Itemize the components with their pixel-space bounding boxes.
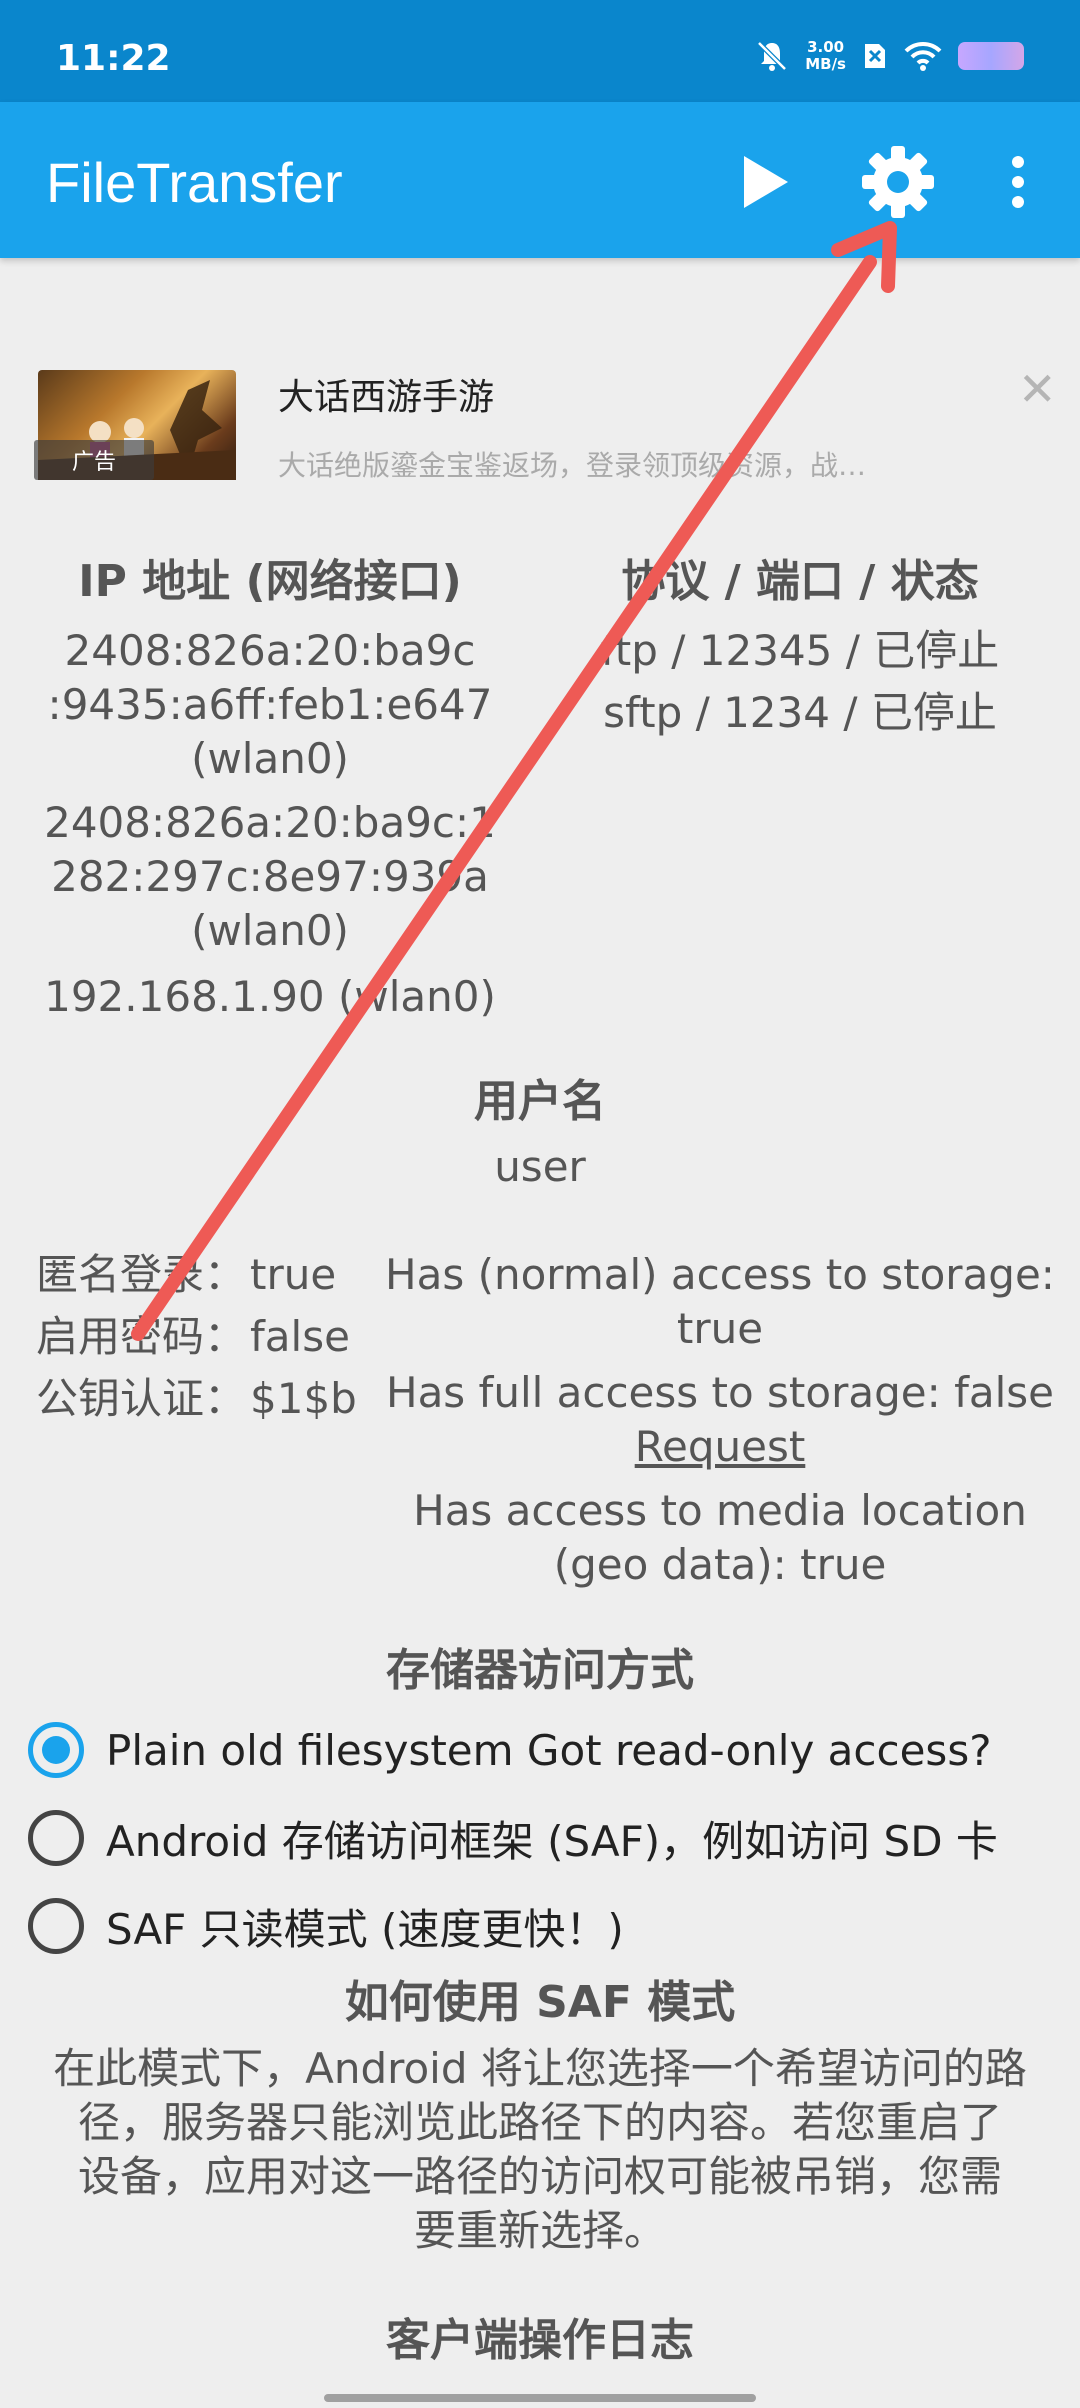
ip-line: 2408:826a:20:ba9c:1 [44, 798, 496, 847]
status-icons: 3.00 MB/s [755, 36, 1024, 76]
pubkey-auth-label: 公钥认证： [35, 1374, 246, 1423]
username-value: user [494, 1142, 586, 1191]
sim-x-icon [865, 44, 885, 68]
storage-mode-option-label[interactable]: Plain old filesystem Got read-only acces… [106, 1726, 992, 1775]
storage-mode-option[interactable]: Plain old filesystem Got read-only acces… [28, 1720, 992, 1780]
ip-header: IP 地址 (网络接口) [78, 556, 462, 607]
ad-title[interactable]: 大话西游手游 [278, 368, 494, 420]
radio-selected-icon[interactable] [28, 1722, 84, 1778]
full-storage-access: Has full access to storage: false [385, 1368, 1054, 1417]
mute-icon [757, 41, 787, 71]
pubkey-auth-value: $1$b [250, 1374, 357, 1423]
storage-mode-option[interactable]: Android 存储访问框架 (SAF)，例如访问 SD 卡 [28, 1808, 998, 1868]
normal-storage-access-value: true [676, 1304, 764, 1353]
saf-help-line: 径，服务器只能浏览此路径下的内容。若您重启了 [77, 2098, 1002, 2147]
play-icon [744, 156, 788, 208]
saf-help-header: 如何使用 SAF 模式 [344, 1977, 736, 2028]
client-log-header: 客户端操作日志 [386, 2315, 694, 2366]
gear-icon [862, 146, 934, 218]
password-enabled-label: 启用密码： [35, 1312, 246, 1361]
ip-line: :9435:a6ff:feb1:e647 [47, 680, 493, 729]
normal-storage-access: Has (normal) access to storage: [385, 1250, 1055, 1299]
radio-unselected-icon[interactable] [28, 1810, 84, 1866]
saf-help-line: 要重新选择。 [413, 2206, 666, 2255]
storage-mode-option-label[interactable]: Android 存储访问框架 (SAF)，例如访问 SD 卡 [106, 1808, 998, 1869]
ip-line: 2408:826a:20:ba9c [64, 626, 476, 675]
saf-help-line: 在此模式下，Android 将让您选择一个希望访问的路 [53, 2044, 1027, 2093]
wifi-icon [904, 41, 942, 71]
ip-line: 192.168.1.90 (wlan0) [44, 972, 496, 1021]
media-location-access: Has access to media location [413, 1486, 1027, 1535]
protocol-header: 协议 / 端口 / 状态 [621, 556, 979, 607]
app-bar: FileTransfer [0, 102, 1080, 258]
gesture-nav-handle[interactable] [324, 2394, 756, 2402]
ad-description[interactable]: 大话绝版鎏金宝鉴返场，登录领顶级资源，战… [278, 444, 866, 484]
anonymous-login-value: true [250, 1250, 337, 1299]
storage-mode-option[interactable]: SAF 只读模式 (速度更快！) [28, 1896, 624, 1956]
battery-icon [958, 42, 1024, 70]
status-time: 11:22 [56, 38, 171, 79]
protocol-line: ftp / 12345 / 已停止 [600, 626, 1000, 675]
ip-line: (wlan0) [191, 906, 349, 955]
username-label: 用户名 [474, 1076, 606, 1127]
overflow-menu-icon [1012, 156, 1024, 208]
anonymous-login-label: 匿名登录： [35, 1250, 246, 1299]
network-speed: 3.00 MB/s [805, 38, 846, 73]
close-icon[interactable]: ✕ [1018, 362, 1057, 416]
media-location-access-value: (geo data): true [553, 1540, 887, 1589]
storage-mode-header: 存储器访问方式 [386, 1645, 694, 1696]
start-server-button[interactable] [725, 142, 805, 222]
settings-button[interactable] [858, 142, 938, 222]
ad-banner[interactable]: 广告 大话西游手游 大话绝版鎏金宝鉴返场，登录领顶级资源，战… ✕ [0, 330, 1080, 500]
ad-badge: 广告 [34, 440, 154, 480]
storage-mode-option-label[interactable]: SAF 只读模式 (速度更快！) [106, 1896, 624, 1957]
ip-line: (wlan0) [191, 734, 349, 783]
request-link[interactable]: Request [370, 1420, 1070, 1474]
radio-unselected-icon[interactable] [28, 1898, 84, 1954]
password-enabled-value: false [250, 1312, 350, 1361]
overflow-menu-button[interactable] [978, 142, 1058, 222]
app-title: FileTransfer [46, 151, 343, 214]
saf-help-line: 设备，应用对这一路径的访问权可能被吊销，您需 [77, 2152, 1002, 2201]
ip-line: 282:297c:8e97:939a [51, 852, 489, 901]
status-bar: 11:22 3.00 MB/s [0, 0, 1080, 102]
protocol-line: sftp / 1234 / 已停止 [603, 688, 997, 737]
